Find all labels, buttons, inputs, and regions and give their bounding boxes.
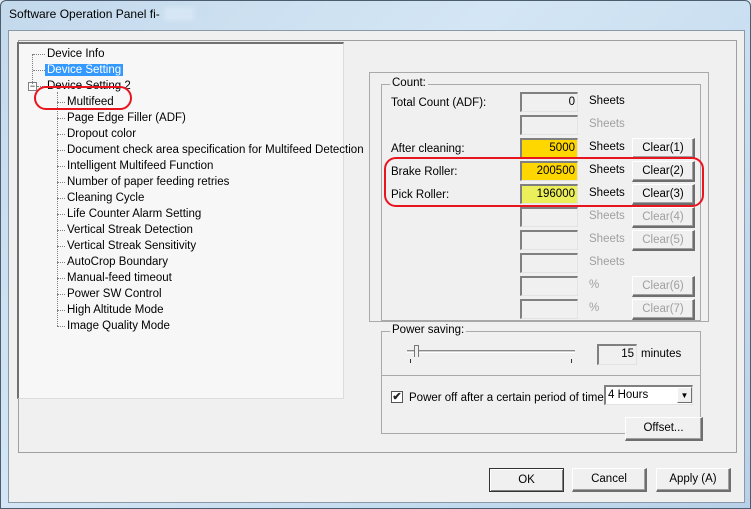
tree-item[interactable]: Vertical Streak Sensitivity — [65, 238, 198, 254]
tree-item[interactable]: Dropout color — [65, 126, 138, 142]
power-saving-slider-track[interactable] — [407, 350, 575, 353]
count-value-field — [520, 276, 578, 296]
tree-item[interactable]: Device Setting — [45, 62, 124, 78]
tree-item[interactable]: Cleaning Cycle — [65, 190, 146, 206]
count-value-field — [520, 299, 578, 319]
annotation-oval-rollers — [384, 157, 704, 207]
tree-item-label: Device Info — [47, 48, 105, 60]
tree-item-label: Vertical Streak Sensitivity — [67, 240, 197, 252]
tree-connector — [57, 278, 65, 279]
tree-item[interactable]: Power SW Control — [65, 286, 164, 302]
count-legend: Count: — [390, 77, 428, 89]
tree-connector — [57, 118, 65, 119]
tree-item[interactable]: Life Counter Alarm Setting — [65, 206, 203, 222]
redacted-model-number — [164, 7, 194, 21]
tree-connector — [57, 246, 65, 247]
count-unit-label: Sheets — [589, 118, 625, 130]
count-unit-label: % — [589, 279, 600, 291]
tree-item-label: Vertical Streak Detection — [67, 224, 193, 236]
count-unit-label: % — [589, 302, 600, 314]
tree-connector — [33, 70, 45, 71]
tree-item-label: Document check area specification for Mu… — [67, 144, 364, 156]
tree-item-label: AutoCrop Boundary — [67, 256, 169, 268]
clear-counter-button[interactable]: Clear(5) — [632, 230, 695, 251]
cancel-button[interactable]: Cancel — [572, 468, 647, 492]
tree-connector — [57, 182, 65, 183]
tree-item[interactable]: Manual-feed timeout — [65, 270, 174, 286]
tree-item-label: Life Counter Alarm Setting — [67, 208, 202, 220]
power-saving-minutes-field[interactable]: 15 — [597, 344, 637, 365]
tree-connector — [57, 310, 65, 311]
window-title: Software Operation Panel fi- — [9, 7, 160, 21]
ok-button[interactable]: OK — [489, 468, 564, 492]
count-row-label: After cleaning: — [391, 143, 465, 155]
count-unit-label: Sheets — [589, 210, 625, 222]
count-value-field: 0 — [520, 92, 578, 112]
tree-connector — [57, 326, 65, 327]
tree-item-label: Page Edge Filler (ADF) — [67, 112, 186, 124]
slider-tick-min — [410, 359, 411, 363]
count-unit-label: Sheets — [589, 95, 625, 107]
tree-item[interactable]: High Altitude Mode — [65, 302, 166, 318]
count-value-field — [520, 230, 578, 250]
tree-item[interactable]: Page Edge Filler (ADF) — [65, 110, 188, 126]
count-value-field — [520, 115, 578, 135]
minutes-unit-label: minutes — [641, 348, 682, 360]
clear-counter-button[interactable]: Clear(4) — [632, 207, 695, 228]
tree-connector — [57, 150, 65, 151]
tree-item[interactable]: Image Quality Mode — [65, 318, 172, 334]
dropdown-arrow-icon[interactable]: ▼ — [677, 387, 692, 403]
tree-connector — [57, 230, 65, 231]
tree-connector — [57, 166, 65, 167]
tree-connector — [57, 214, 65, 215]
tree-item[interactable]: Device Info — [45, 46, 107, 62]
count-unit-label: Sheets — [589, 233, 625, 245]
tree-item[interactable]: Intelligent Multifeed Function — [65, 158, 215, 174]
annotation-oval-device-setting — [34, 86, 132, 110]
tree-connector-vertical — [32, 54, 33, 84]
tree-item-label: Manual-feed timeout — [67, 272, 172, 284]
power-saving-divider — [382, 375, 700, 376]
clear-counter-button[interactable]: Clear(7) — [632, 299, 695, 320]
tree-connector — [57, 262, 65, 263]
tree-item-label: Dropout color — [67, 128, 137, 140]
tree-item-label: Number of paper feeding retries — [67, 176, 230, 188]
clear-counter-button[interactable]: Clear(6) — [632, 276, 695, 297]
offset-button[interactable]: Offset... — [625, 417, 703, 441]
tree-item[interactable]: Vertical Streak Detection — [65, 222, 195, 238]
count-value-field — [520, 207, 578, 227]
power-off-period-value: 4 Hours — [608, 389, 649, 401]
tree-item-label: Image Quality Mode — [67, 320, 170, 332]
tree-item-label: Device Setting — [45, 64, 124, 76]
apply-button[interactable]: Apply (A) — [656, 468, 731, 492]
clear-counter-button[interactable]: Clear(1) — [632, 138, 695, 159]
power-off-period-select[interactable]: 4 Hours ▼ — [604, 385, 693, 405]
tree-connector — [57, 294, 65, 295]
tree-item[interactable]: Document check area specification for Mu… — [65, 142, 366, 158]
slider-tick-max — [571, 359, 572, 363]
tree-item-label: Power SW Control — [67, 288, 162, 300]
count-value-field — [520, 253, 578, 273]
tree-item[interactable]: Number of paper feeding retries — [65, 174, 231, 190]
tree-item[interactable]: AutoCrop Boundary — [65, 254, 170, 270]
power-saving-slider-thumb[interactable] — [414, 345, 420, 357]
count-unit-label: Sheets — [589, 141, 625, 153]
tree-connector — [57, 198, 65, 199]
window-frame: Software Operation Panel fi- Device Info… — [0, 0, 751, 509]
count-value-field: 5000 — [520, 138, 578, 158]
tree-connector — [57, 134, 65, 135]
power-off-label: Power off after a certain period of time — [409, 392, 604, 404]
count-unit-label: Sheets — [589, 256, 625, 268]
tree-item-label: Cleaning Cycle — [67, 192, 145, 204]
tree-connector — [33, 54, 45, 55]
power-saving-legend: Power saving: — [390, 324, 467, 336]
count-row-label: Total Count (ADF): — [391, 97, 487, 109]
tree-connector-vertical — [57, 92, 58, 326]
tree-item-label: Intelligent Multifeed Function — [67, 160, 214, 172]
power-off-checkbox[interactable]: ✔ — [391, 391, 403, 403]
tree-item-label: High Altitude Mode — [67, 304, 164, 316]
